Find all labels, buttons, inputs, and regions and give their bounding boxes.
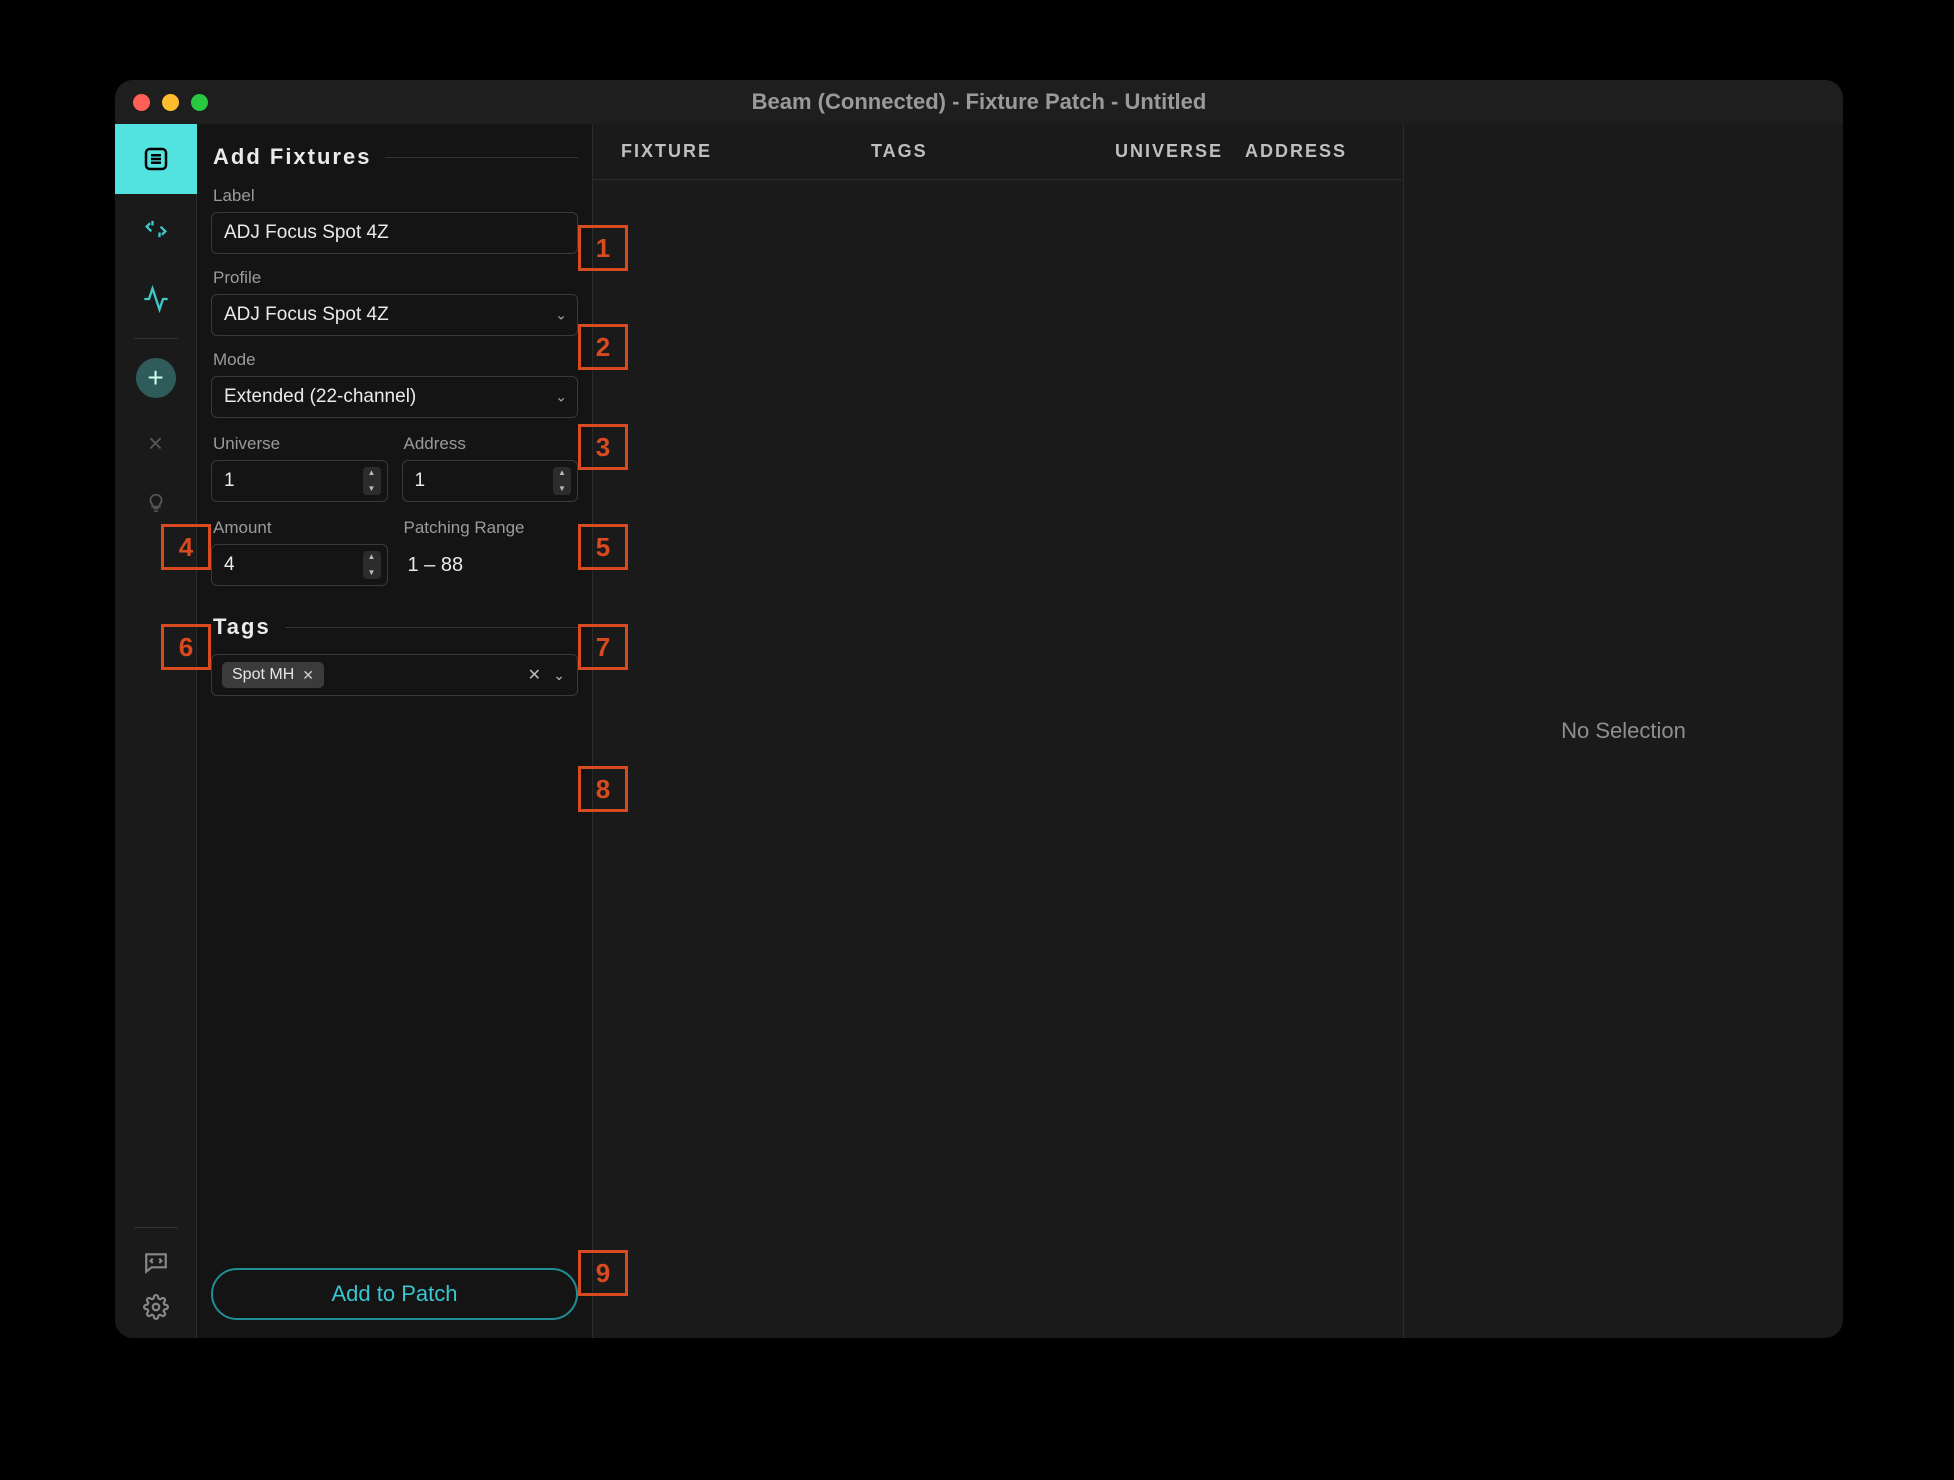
add-to-patch-button[interactable]: Add to Patch: [211, 1268, 578, 1320]
patching-range-text: 1 – 88: [402, 544, 579, 586]
mode-label: Mode: [213, 350, 578, 370]
amount-stepper[interactable]: 4 ▲▼: [211, 544, 388, 586]
window-title: Beam (Connected) - Fixture Patch - Untit…: [115, 89, 1843, 115]
rail-add-button[interactable]: +: [115, 343, 197, 413]
address-stepper[interactable]: 1 ▲▼: [402, 460, 579, 502]
universe-stepper[interactable]: 1 ▲▼: [211, 460, 388, 502]
tags-heading: Tags: [213, 614, 578, 640]
tags-heading-text: Tags: [213, 614, 271, 640]
amount-label: Amount: [213, 518, 388, 538]
plus-icon: +: [136, 358, 176, 398]
rail-settings-button[interactable]: [143, 1294, 169, 1320]
no-selection-text: No Selection: [1561, 718, 1686, 744]
patch-table: FIXTURE TAGS UNIVERSE ADDRESS: [593, 124, 1404, 1338]
tag-chip: Spot MH ✕: [222, 662, 324, 688]
rail-tab-patch[interactable]: [115, 194, 197, 264]
profile-select[interactable]: ADJ Focus Spot 4Z ⌄: [211, 294, 578, 336]
tags-clear-button[interactable]: ✕: [528, 665, 541, 685]
col-fixture[interactable]: FIXTURE: [621, 141, 871, 162]
list-icon: [141, 144, 171, 174]
mode-value: Extended (22-channel): [224, 386, 416, 408]
chevron-down-icon: ⌄: [555, 307, 567, 324]
universe-label: Universe: [213, 434, 388, 454]
close-icon: ×: [148, 428, 163, 459]
rail-close-button[interactable]: ×: [115, 413, 197, 473]
label-label: Label: [213, 186, 578, 206]
mode-select[interactable]: Extended (22-channel) ⌄: [211, 376, 578, 418]
rail-bulb-button[interactable]: [115, 473, 197, 533]
amount-value: 4: [224, 554, 235, 576]
rail-feedback-button[interactable]: [143, 1250, 169, 1276]
panel-heading-text: Add Fixtures: [213, 144, 371, 170]
plug-icon: [142, 215, 170, 243]
label-value: ADJ Focus Spot 4Z: [224, 222, 389, 244]
panel-heading: Add Fixtures: [213, 144, 578, 170]
rail-tab-fixtures[interactable]: [115, 124, 197, 194]
app-window: Beam (Connected) - Fixture Patch - Untit…: [115, 80, 1843, 1338]
range-label: Patching Range: [404, 518, 579, 538]
tag-remove-button[interactable]: ✕: [302, 667, 314, 684]
profile-value: ADJ Focus Spot 4Z: [224, 304, 389, 326]
activity-icon: [142, 285, 170, 313]
stepper-buttons[interactable]: ▲▼: [553, 467, 571, 495]
col-address[interactable]: ADDRESS: [1245, 141, 1375, 162]
chevron-down-icon: ⌄: [555, 389, 567, 406]
universe-value: 1: [224, 470, 235, 492]
col-tags[interactable]: TAGS: [871, 141, 1115, 162]
address-label: Address: [404, 434, 579, 454]
titlebar: Beam (Connected) - Fixture Patch - Untit…: [115, 80, 1843, 124]
col-universe[interactable]: UNIVERSE: [1115, 141, 1245, 162]
add-fixtures-panel: Add Fixtures Label ADJ Focus Spot 4Z Pro…: [197, 124, 593, 1338]
add-to-patch-label: Add to Patch: [332, 1281, 458, 1307]
stepper-buttons[interactable]: ▲▼: [363, 467, 381, 495]
address-value: 1: [415, 470, 426, 492]
chevron-down-icon: ⌄: [553, 667, 565, 684]
message-code-icon: [143, 1250, 169, 1276]
tags-input[interactable]: Spot MH ✕ ✕ ⌄: [211, 654, 578, 696]
detail-pane: No Selection: [1404, 124, 1843, 1338]
tag-chip-label: Spot MH: [232, 666, 294, 684]
label-input[interactable]: ADJ Focus Spot 4Z: [211, 212, 578, 254]
sidebar-rail: + ×: [115, 124, 197, 1338]
gear-icon: [143, 1294, 169, 1320]
stepper-buttons[interactable]: ▲▼: [363, 551, 381, 579]
profile-label: Profile: [213, 268, 578, 288]
table-header-row: FIXTURE TAGS UNIVERSE ADDRESS: [593, 124, 1403, 180]
rail-tab-activity[interactable]: [115, 264, 197, 334]
bulb-icon: [145, 492, 167, 514]
